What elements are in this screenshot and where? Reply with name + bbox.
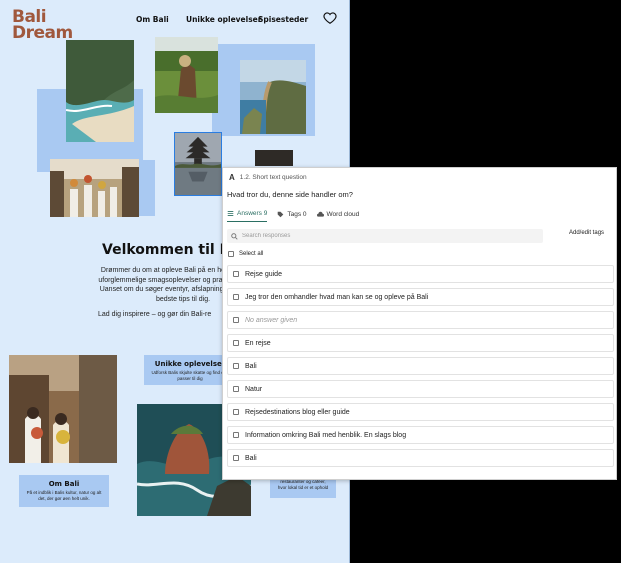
card-om-bali[interactable]: Om Bali På et indblik i Balis kultur, na… xyxy=(19,475,109,507)
answer-checkbox[interactable] xyxy=(233,340,239,346)
search-bar xyxy=(227,229,543,243)
answer-checkbox[interactable] xyxy=(233,294,239,300)
tab-tags[interactable]: Tags 0 xyxy=(277,210,307,222)
text-question-icon: A xyxy=(229,173,235,182)
answer-row[interactable]: Jeg tror den omhandler hvad man kan se o… xyxy=(227,288,614,306)
bali-dream-logo[interactable]: Bali Dream xyxy=(12,9,76,43)
answer-checkbox[interactable] xyxy=(233,317,239,323)
answer-checkbox[interactable] xyxy=(233,386,239,392)
answer-checkbox[interactable] xyxy=(233,363,239,369)
add-edit-tags-button[interactable]: Add/edit tags xyxy=(569,230,604,236)
answer-text: Information omkring Bali med henblik. En… xyxy=(245,431,407,439)
answer-row[interactable]: No answer given xyxy=(227,311,614,329)
question-header: A 1.2. Short text question xyxy=(229,173,307,182)
card-description: På et indblik i Balis kultur, natur og a… xyxy=(26,490,102,501)
nav-unikke-oplevelser[interactable]: Unikke oplevelser xyxy=(186,15,261,24)
answer-text: Bali xyxy=(245,454,257,462)
tab-label: Tags 0 xyxy=(287,210,307,218)
beach-photo xyxy=(66,40,134,142)
nav-om-bali[interactable]: Om Bali xyxy=(136,15,169,24)
cliff-coast-photo xyxy=(240,60,306,134)
answer-checkbox[interactable] xyxy=(233,271,239,277)
answer-text: No answer given xyxy=(245,316,298,324)
nav-spisesteder[interactable]: Spisesteder xyxy=(258,15,308,24)
rice-field-photo xyxy=(155,37,218,113)
answer-row[interactable]: Information omkring Bali med henblik. En… xyxy=(227,426,614,444)
answer-checkbox[interactable] xyxy=(233,432,239,438)
street-ceremony-photo xyxy=(50,159,139,217)
answers-list: Rejse guide Jeg tror den omhandler hvad … xyxy=(227,265,614,472)
ceremony-women-photo xyxy=(9,355,117,463)
response-tabs: Answers 9 Tags 0 Word cloud xyxy=(227,210,359,222)
partial-photo xyxy=(255,150,293,166)
answer-checkbox[interactable] xyxy=(233,409,239,415)
intro-inspire-text: Lad dig inspirere – og gør din Bali-re xyxy=(98,311,212,318)
tab-answers[interactable]: Answers 9 xyxy=(227,210,268,222)
responses-panel: A 1.2. Short text question Hvad tror du,… xyxy=(222,167,617,480)
answer-text: Natur xyxy=(245,385,263,393)
select-all-label: Select all xyxy=(239,251,264,257)
tab-word-cloud[interactable]: Word cloud xyxy=(316,210,360,222)
cloud-icon xyxy=(316,211,324,217)
list-icon xyxy=(227,210,234,217)
answer-text: Rejsedestinations blog eller guide xyxy=(245,408,350,416)
temple-photo xyxy=(174,132,222,196)
question-text: Hvad tror du, denne side handler om? xyxy=(227,190,353,199)
answer-row[interactable]: Natur xyxy=(227,380,614,398)
answer-row[interactable]: Bali xyxy=(227,449,614,467)
heart-icon[interactable] xyxy=(323,11,337,25)
tag-icon xyxy=(278,211,284,217)
answer-row[interactable]: Rejsedestinations blog eller guide xyxy=(227,403,614,421)
search-icon xyxy=(231,232,238,240)
answer-text: Rejse guide xyxy=(245,270,282,278)
answer-text: Bali xyxy=(245,362,257,370)
select-all-checkbox[interactable] xyxy=(228,251,234,257)
answer-row[interactable]: En rejse xyxy=(227,334,614,352)
select-all[interactable]: Select all xyxy=(228,251,263,257)
logo-line-2: Dream xyxy=(12,23,73,43)
tab-label: Word cloud xyxy=(326,210,360,218)
search-input[interactable] xyxy=(242,233,532,239)
answer-row[interactable]: Bali xyxy=(227,357,614,375)
answer-checkbox[interactable] xyxy=(233,455,239,461)
card-title: Om Bali xyxy=(48,480,80,488)
answer-row[interactable]: Rejse guide xyxy=(227,265,614,283)
answer-text: Jeg tror den omhandler hvad man kan se o… xyxy=(245,293,429,301)
question-id: 1.2. Short text question xyxy=(239,174,307,181)
tab-label: Answers 9 xyxy=(237,210,268,217)
answer-text: En rejse xyxy=(245,339,271,347)
collage-block xyxy=(137,160,155,216)
